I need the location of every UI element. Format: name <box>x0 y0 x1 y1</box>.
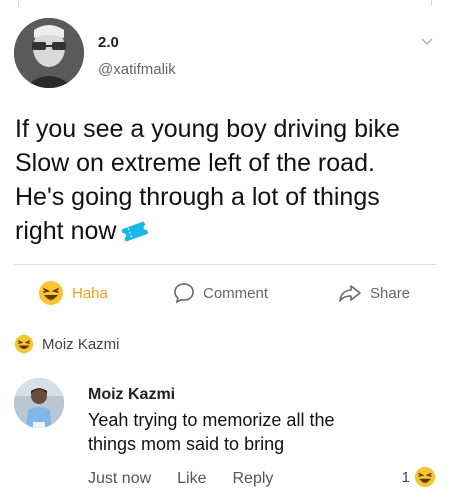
comment-text-line: things mom said to bring <box>88 434 285 454</box>
chevron-down-icon[interactable] <box>420 34 434 48</box>
haha-reaction-button[interactable]: Haha <box>38 276 108 310</box>
post-text: If you see a young boy driving bike Slow… <box>15 112 440 248</box>
action-bar: Haha Comment Share <box>0 276 450 310</box>
divider <box>14 264 436 265</box>
post-text-line: right now <box>15 217 117 245</box>
post-text-line: Slow on extreme left of the road. <box>15 149 375 177</box>
comment-like-button[interactable]: Like <box>177 470 206 488</box>
post-header: 2.0 @xatifmalik <box>14 18 438 98</box>
share-icon <box>339 285 361 302</box>
ticket-emoji-icon <box>121 221 150 242</box>
comment-reaction-count: 1 <box>401 468 410 486</box>
haha-emoji-icon <box>414 466 436 488</box>
reactors-summary[interactable]: Moiz Kazmi <box>14 334 120 354</box>
haha-emoji-icon <box>39 281 63 305</box>
author-avatar[interactable] <box>14 18 84 88</box>
comment-text: Yeah trying to memorize all the things m… <box>88 408 428 456</box>
author-name[interactable]: 2.0 <box>98 34 176 51</box>
comment-label: Comment <box>203 284 269 302</box>
top-edge <box>0 0 450 6</box>
reactor-name: Moiz Kazmi <box>42 335 120 353</box>
post-text-line: If you see a young boy driving bike <box>15 115 400 143</box>
commenter-avatar[interactable] <box>14 378 64 428</box>
comment-text-line: Yeah trying to memorize all the <box>88 410 335 430</box>
author-block: 2.0 @xatifmalik <box>98 34 176 78</box>
comment-icon <box>174 283 194 304</box>
comment-button[interactable]: Comment <box>173 276 268 310</box>
comment-author[interactable]: Moiz Kazmi <box>88 386 175 404</box>
haha-emoji-icon <box>14 334 34 354</box>
author-handle[interactable]: @xatifmalik <box>98 61 176 78</box>
comment-reply-button[interactable]: Reply <box>233 470 274 488</box>
comment-timestamp: Just now <box>88 470 152 487</box>
comment-meta: Just now Like Reply <box>88 470 273 488</box>
share-label: Share <box>370 284 411 302</box>
haha-label: Haha <box>72 284 108 302</box>
post-text-line: He's going through a lot of things <box>15 183 380 211</box>
comment-reaction-summary[interactable]: 1 <box>402 466 436 488</box>
post-text-line-last: right now <box>15 214 440 248</box>
share-button[interactable]: Share <box>338 276 410 310</box>
